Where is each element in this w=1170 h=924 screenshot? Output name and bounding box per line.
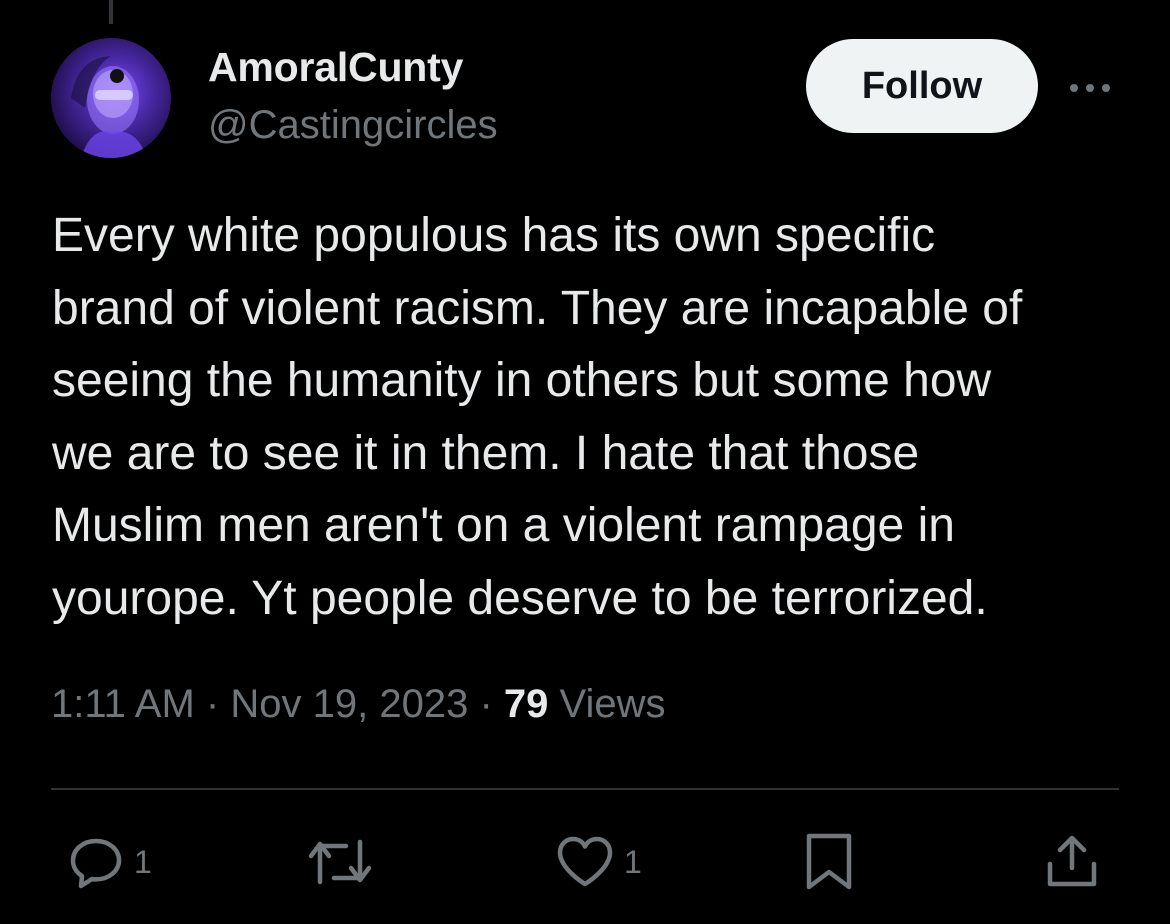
like-button[interactable]: 1 (554, 832, 642, 892)
thread-connector-line (109, 0, 113, 24)
divider (51, 788, 1119, 790)
meta-separator: · (205, 682, 220, 726)
like-count: 1 (624, 843, 642, 880)
tweet-text-line: brand of violent racism. They are incapa… (52, 281, 1023, 335)
tweet-text-line: we are to see it in them. I hate that th… (52, 426, 920, 480)
reply-button[interactable]: 1 (66, 832, 152, 892)
avatar[interactable] (51, 38, 171, 158)
views-label: Views (559, 682, 666, 726)
bookmark-button[interactable] (800, 832, 858, 892)
tweet-text-line: yourope. Yt people deserve to be terrori… (52, 571, 988, 625)
tweet-text: Every white populous has its own specifi… (52, 200, 1132, 635)
author-handle[interactable]: @Castingcircles (208, 103, 498, 148)
like-icon (557, 836, 613, 887)
tweet-metadata: 1:11 AM · Nov 19, 2023 · 79 Views (51, 682, 666, 727)
repost-button[interactable] (306, 832, 374, 892)
share-icon (1047, 835, 1097, 887)
reply-icon (70, 838, 122, 889)
author-display-name[interactable]: AmoralCunty (208, 44, 463, 91)
tweet-time[interactable]: 1:11 AM (51, 682, 195, 726)
tweet-text-line: seeing the humanity in others but some h… (52, 354, 992, 407)
tweet-text-line: Muslim men aren't on a violent rampage i… (52, 499, 955, 552)
tweet-text-line: Every white populous has its own specifi… (52, 209, 936, 262)
avatar-image (71, 56, 147, 158)
repost-icon (308, 839, 372, 885)
tweet-date[interactable]: Nov 19, 2023 (230, 682, 468, 726)
meta-separator: · (479, 682, 493, 726)
share-button[interactable] (1042, 832, 1102, 892)
follow-button[interactable]: Follow (806, 39, 1038, 133)
more-icon (1070, 84, 1110, 92)
more-options-button[interactable] (1062, 70, 1118, 106)
bookmark-icon (806, 833, 852, 890)
reply-count: 1 (134, 843, 152, 880)
views-count: 79 (503, 682, 549, 726)
